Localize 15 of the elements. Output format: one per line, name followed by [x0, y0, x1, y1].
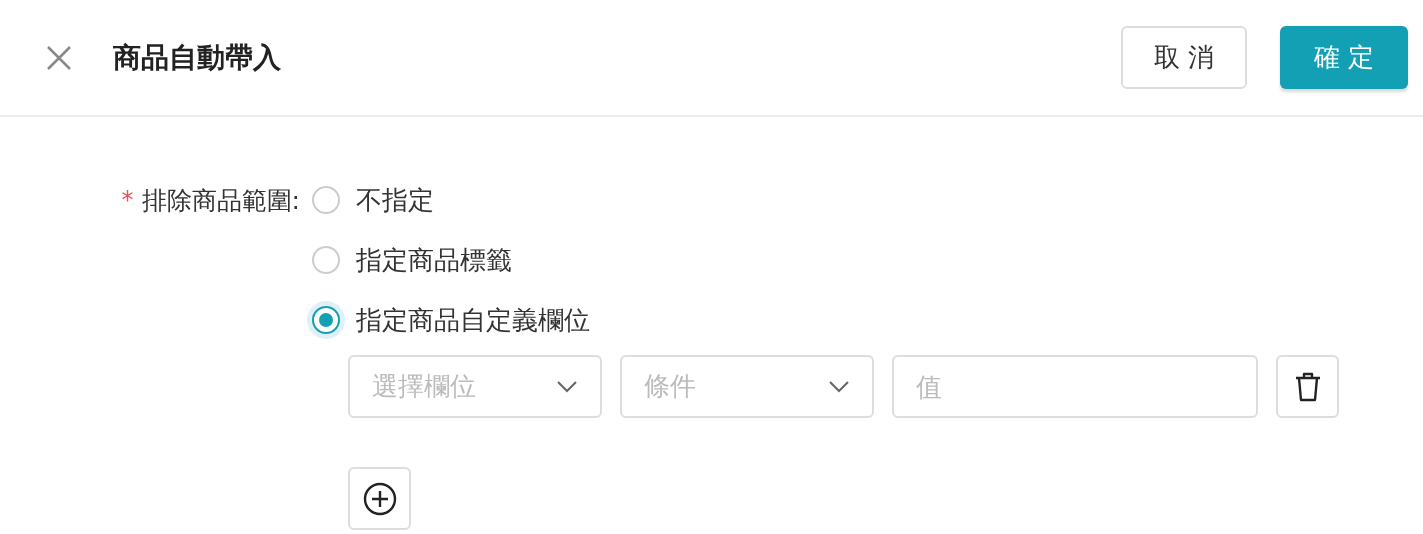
required-mark: *	[121, 186, 134, 214]
cancel-button[interactable]: 取 消	[1121, 26, 1247, 89]
chevron-down-icon	[828, 379, 850, 394]
radio-label[interactable]: 指定商品標籤	[356, 242, 512, 278]
trash-icon	[1293, 370, 1322, 403]
field-label: 排除商品範圍:	[141, 184, 300, 217]
chevron-down-icon	[556, 379, 578, 394]
add-button[interactable]	[348, 467, 411, 530]
radio-label[interactable]: 指定商品自定義欄位	[356, 302, 590, 338]
delete-button[interactable]	[1276, 355, 1339, 418]
value-input[interactable]: 值	[892, 355, 1258, 418]
dialog-title: 商品自動帶入	[113, 39, 282, 76]
radio-label[interactable]: 不指定	[356, 182, 434, 218]
radio-button[interactable]	[307, 301, 345, 339]
plus-circle-icon	[362, 481, 397, 516]
